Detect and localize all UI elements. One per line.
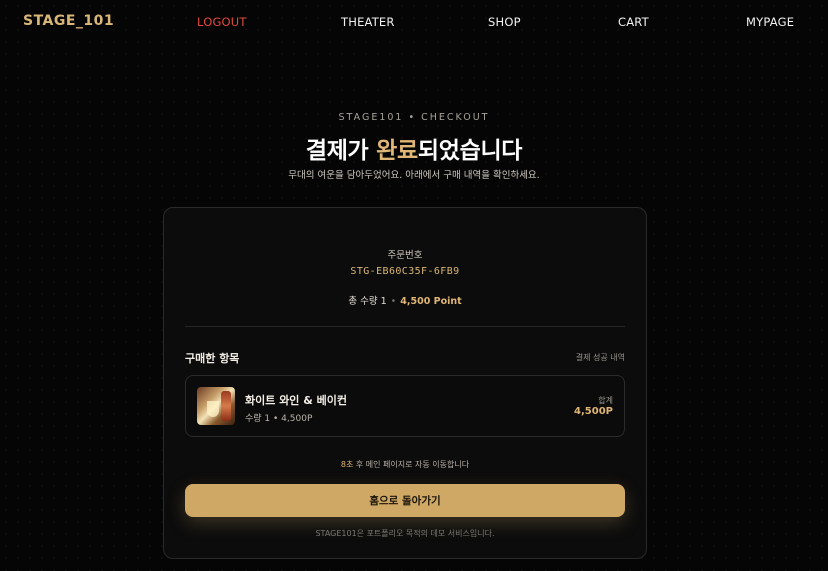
item-name: 화이트 와인 & 베이컨 [245, 394, 348, 407]
title-post: 되었습니다 [417, 138, 523, 164]
nav-logout-link[interactable]: LOGOUT [197, 15, 247, 29]
redirect-countdown: 8초 [340, 460, 354, 469]
purchased-items-title: 구매한 항목 [185, 352, 240, 365]
title-accent: 완료 [376, 138, 418, 164]
order-number: STG-EB60C35F-6FB9 [350, 266, 460, 277]
demo-footnote: STAGE101은 포트폴리오 목적의 데모 서비스입니다. [315, 529, 495, 538]
purchased-items-meta: 결제 성공 내역 [575, 353, 625, 362]
bacon-graphic [221, 391, 231, 421]
divider [185, 326, 625, 327]
go-home-button[interactable]: 홈으로 돌아가기 [185, 484, 625, 517]
redirect-text: 후 메인 페이지로 자동 이동합니다 [353, 460, 470, 469]
item-total: 4,500P [574, 406, 613, 417]
item-total-label: 합계 [598, 396, 613, 405]
nav-theater-link[interactable]: THEATER [341, 15, 395, 29]
order-number-label: 주문번호 [387, 250, 423, 261]
top-navigation: STAGE_101 LOGOUT THEATER SHOP CART MYPAG… [0, 0, 828, 44]
checkout-eyebrow: STAGE101 • CHECKOUT [338, 112, 490, 123]
brand-logo[interactable]: STAGE_101 [23, 13, 114, 29]
summary-points: 4,500 Point [400, 296, 462, 307]
nav-shop-link[interactable]: SHOP [488, 15, 521, 29]
summary-quantity: 총 수량 1 [348, 296, 387, 307]
wine-glass-graphic [207, 401, 219, 417]
item-quantity-price: 수량 1 • 4,500P [245, 414, 313, 424]
page-title: 결제가 완료되었습니다 [0, 131, 828, 165]
nav-cart-link[interactable]: CART [618, 15, 649, 29]
redirect-notice: 8초 후 메인 페이지로 자동 이동합니다 [164, 459, 646, 470]
summary-separator: • [390, 296, 397, 307]
title-pre: 결제가 [305, 138, 377, 164]
order-summary: 총 수량 1 • 4,500 Point [164, 293, 646, 307]
list-item: 화이트 와인 & 베이컨 수량 1 • 4,500P 합계 4,500P [185, 375, 625, 437]
order-card: 주문번호 STG-EB60C35F-6FB9 총 수량 1 • 4,500 Poin… [163, 207, 647, 559]
nav-mypage-link[interactable]: MYPAGE [746, 15, 794, 29]
page-subtitle: 무대의 여운을 담아두었어요. 아래에서 구매 내역을 확인하세요. [288, 170, 540, 181]
product-thumbnail [197, 387, 235, 425]
